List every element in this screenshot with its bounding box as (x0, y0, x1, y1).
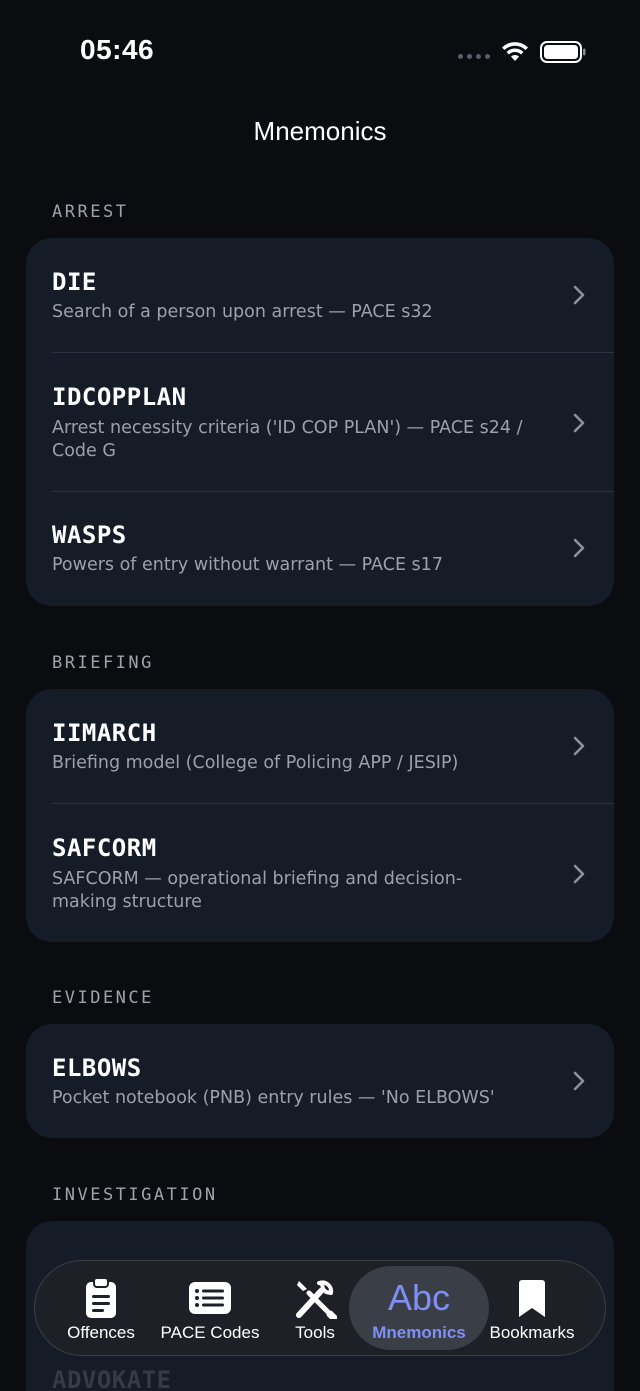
tab-mnemonics[interactable]: Abc Mnemonics (355, 1261, 483, 1355)
status-time: 05:46 (80, 34, 155, 65)
list-item-idcopplan[interactable]: IDCOPPLAN Arrest necessity criteria ('ID… (26, 353, 614, 491)
item-title: SAFCORM (52, 834, 157, 862)
item-subtitle: Pocket notebook (PNB) entry rules — 'No … (52, 1088, 495, 1108)
evidence-card: ELBOWS Pocket notebook (PNB) entry rules… (26, 1024, 614, 1138)
tab-label: Tools (295, 1323, 335, 1342)
wrench-screwdriver-icon (296, 1280, 337, 1319)
list-item-iimarch[interactable]: IIMARCH Briefing model (College of Polic… (26, 689, 614, 803)
tab-label: Offences (67, 1323, 135, 1342)
list-item-wasps[interactable]: WASPS Powers of entry without warrant — … (26, 492, 614, 606)
tab-tools[interactable]: Tools (275, 1261, 355, 1355)
list-item-die[interactable]: DIE Search of a person upon arrest — PAC… (26, 238, 614, 352)
section-header-evidence: EVIDENCE (52, 988, 154, 1008)
signal-icon (458, 54, 490, 59)
arrest-card: DIE Search of a person upon arrest — PAC… (26, 238, 614, 606)
page-title: Mnemonics (253, 116, 387, 146)
chevron-right-icon (573, 736, 585, 756)
tab-label: Bookmarks (489, 1323, 575, 1342)
abc-icon: Abc (387, 1277, 451, 1318)
list-card-icon (189, 1282, 231, 1314)
item-subtitle: Briefing model (College of Policing APP … (52, 753, 459, 773)
tab-bar: Offences PACE Codes Tools Abc Mnemonics (34, 1260, 606, 1356)
list-item-advokate[interactable]: ADVOKATE (52, 1366, 172, 1391)
list-item-elbows[interactable]: ELBOWS Pocket notebook (PNB) entry rules… (26, 1024, 614, 1138)
chevron-right-icon (573, 864, 585, 884)
briefing-card: IIMARCH Briefing model (College of Polic… (26, 689, 614, 942)
section-header-briefing: BRIEFING (52, 653, 154, 673)
tab-bookmarks[interactable]: Bookmarks (485, 1261, 579, 1355)
item-title: DIE (52, 268, 97, 296)
list-item-safcorm[interactable]: SAFCORM SAFCORM — operational briefing a… (26, 804, 614, 942)
battery-icon (540, 41, 586, 63)
wifi-icon (502, 42, 528, 61)
chevron-right-icon (573, 538, 585, 558)
section-header-investigation: INVESTIGATION (52, 1185, 218, 1205)
chevron-right-icon (573, 413, 585, 433)
item-title: IIMARCH (52, 719, 157, 747)
item-subtitle-line1: SAFCORM — operational briefing and decis… (52, 869, 463, 889)
bookmark-icon (519, 1280, 545, 1317)
tab-offences[interactable]: Offences (53, 1261, 149, 1355)
chevron-right-icon (573, 285, 585, 305)
tab-label: PACE Codes (160, 1323, 260, 1342)
chevron-right-icon (573, 1071, 585, 1091)
item-subtitle: Powers of entry without warrant — PACE s… (52, 555, 443, 575)
clipboard-icon (86, 1277, 116, 1318)
item-title: IDCOPPLAN (52, 383, 187, 411)
item-subtitle-line1: Arrest necessity criteria ('ID COP PLAN'… (52, 418, 523, 438)
item-subtitle-line2: making structure (52, 892, 202, 912)
tab-label: Mnemonics (372, 1323, 466, 1342)
item-subtitle: Search of a person upon arrest — PACE s3… (52, 302, 433, 322)
section-header-arrest: ARREST (52, 202, 129, 222)
item-subtitle-line2: Code G (52, 441, 116, 461)
item-title: WASPS (52, 521, 127, 549)
item-title: ELBOWS (52, 1054, 142, 1082)
status-bar: 05:46 (0, 0, 640, 100)
tab-pace-codes[interactable]: PACE Codes (155, 1261, 265, 1355)
